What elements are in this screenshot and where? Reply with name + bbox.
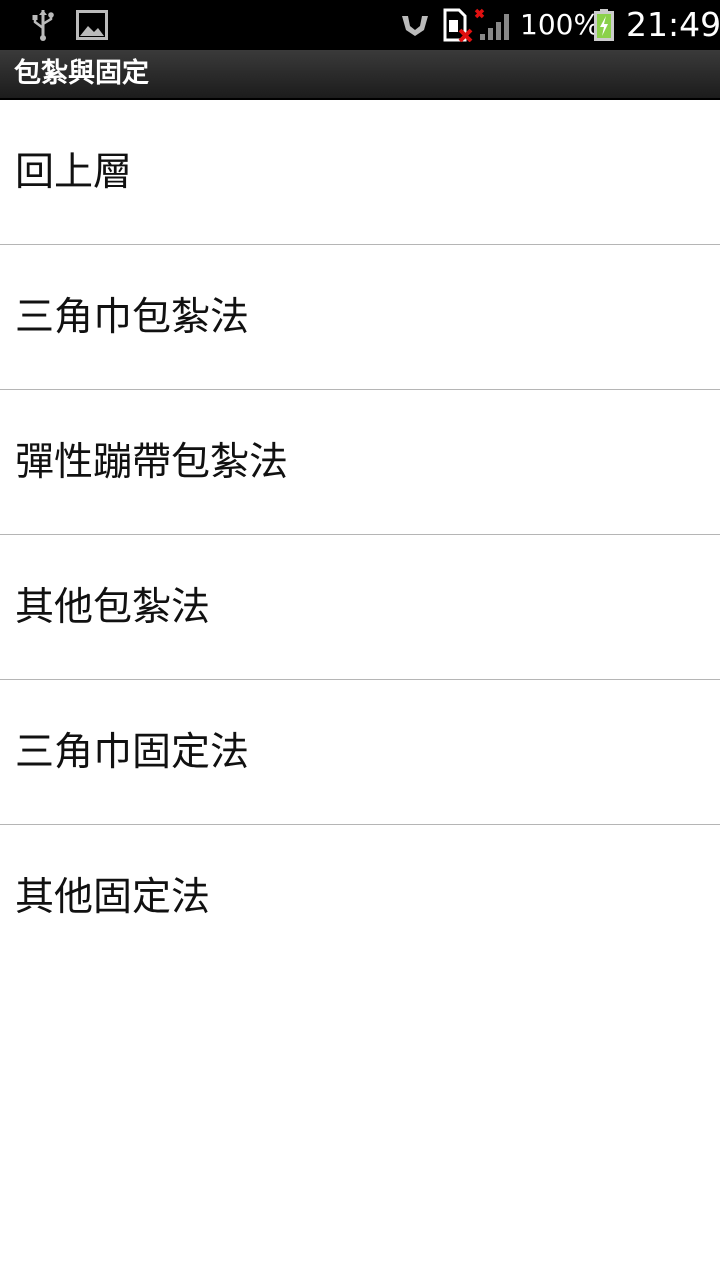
list-item-other-bandage[interactable]: 其他包紮法 bbox=[0, 535, 720, 680]
title-bar: 包紮與固定 bbox=[0, 50, 720, 100]
image-icon bbox=[76, 0, 110, 50]
page-title: 包紮與固定 bbox=[14, 58, 149, 89]
list-item-elastic-bandage[interactable]: 彈性蹦帶包紮法 bbox=[0, 390, 720, 535]
list-item-triangular-fixation[interactable]: 三角巾固定法 bbox=[0, 680, 720, 825]
list-item-label: 其他固定法 bbox=[15, 875, 211, 920]
list-item-label: 彈性蹦帶包紮法 bbox=[15, 440, 289, 485]
list-item-back[interactable]: 回上層 bbox=[0, 100, 720, 245]
menu-list: 回上層 三角巾包紮法 彈性蹦帶包紮法 其他包紮法 三角巾固定法 其他固定法 bbox=[0, 100, 720, 970]
battery-charging-icon bbox=[594, 0, 616, 50]
clock: 21:49 bbox=[626, 5, 720, 44]
list-item-label: 三角巾包紮法 bbox=[15, 295, 250, 340]
list-item-label: 三角巾固定法 bbox=[15, 730, 250, 775]
list-item-triangular-bandage[interactable]: 三角巾包紮法 bbox=[0, 245, 720, 390]
signal-icon bbox=[474, 0, 514, 50]
list-item-other-fixation[interactable]: 其他固定法 bbox=[0, 825, 720, 970]
vibrate-icon bbox=[400, 0, 430, 50]
status-bar: 100% 21:49 bbox=[0, 0, 720, 50]
list-item-label: 其他包紮法 bbox=[15, 585, 211, 630]
sim-error-icon bbox=[442, 0, 474, 50]
usb-icon bbox=[30, 0, 56, 50]
list-item-label: 回上層 bbox=[15, 150, 133, 195]
battery-percentage: 100% bbox=[520, 8, 601, 41]
